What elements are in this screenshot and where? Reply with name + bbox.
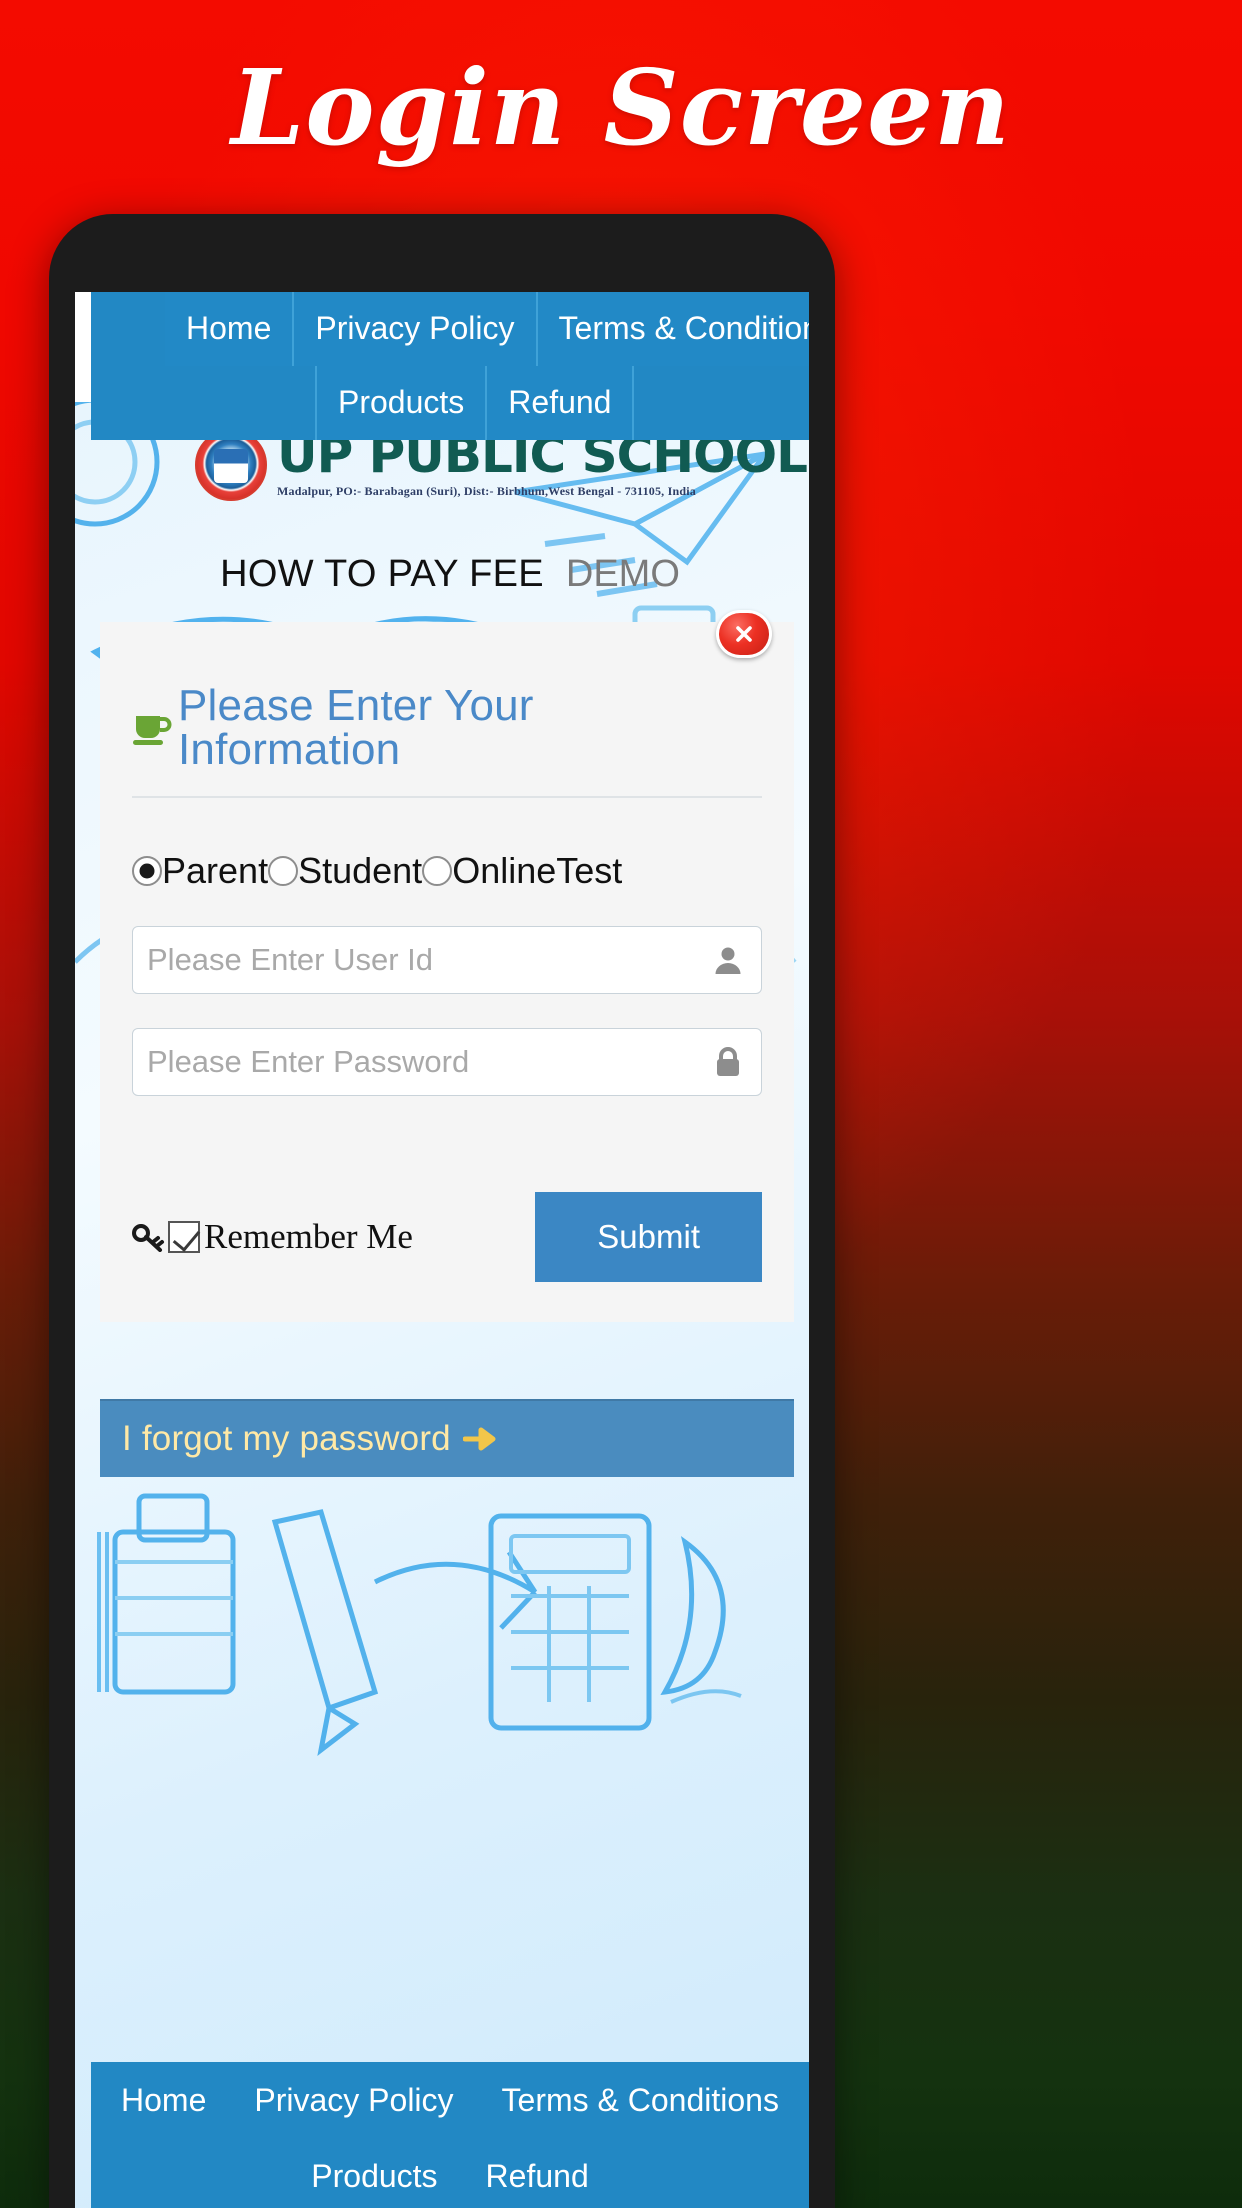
submit-button[interactable]: Submit [535,1192,762,1282]
radio-student[interactable]: Student [268,850,422,892]
radio-onlinetest-label: OnlineTest [452,850,623,891]
radio-parent[interactable]: Parent [132,850,268,892]
how-to-pay-fee-link[interactable]: HOW TO PAY FEE [220,553,544,596]
forgot-password-label: I forgot my password [122,1419,451,1458]
footer-nav-row-1: Home Privacy Policy Terms & Conditions [91,2062,809,2138]
radio-parent-label: Parent [162,850,269,891]
pay-fee-bar: HOW TO PAY FEE DEMO [91,528,809,620]
remember-me-control[interactable]: Remember Me [132,1217,413,1257]
forgot-password-bar[interactable]: I forgot my password [100,1399,794,1477]
top-navigation: Home Privacy Policy Terms & Conditions P… [91,292,809,440]
radio-student-dot[interactable] [268,856,299,886]
footer-navigation: Home Privacy Policy Terms & Conditions P… [91,2062,809,2208]
footer-nav-item-terms-conditions[interactable]: Terms & Conditions [478,2062,803,2138]
userid-field[interactable] [132,926,762,994]
footer-nav-item-products[interactable]: Products [287,2138,461,2208]
card-divider [132,796,762,798]
nav-item-terms-conditions[interactable]: Terms & Conditions [537,292,809,366]
radio-student-label: Student [298,850,423,891]
nav-item-products[interactable]: Products [315,366,488,440]
app-webview: Home Privacy Policy Terms & Conditions P… [75,292,809,2208]
coffee-cup-icon [133,716,172,745]
remember-me-label: Remember Me [204,1217,413,1256]
demo-label[interactable]: DEMO [566,553,680,596]
password-field[interactable] [132,1028,762,1096]
phone-frame: Home Privacy Policy Terms & Conditions P… [49,214,835,2208]
actions-row: Remember Me Submit [132,1192,762,1282]
phone-screen: Home Privacy Policy Terms & Conditions P… [75,292,809,2208]
arrow-right-icon [462,1427,496,1451]
radio-onlinetest[interactable]: OnlineTest [422,850,622,892]
remember-me-checkbox[interactable] [168,1221,200,1253]
top-nav-row-2: Products Refund [91,366,809,440]
card-heading-text: Please Enter Your Information [178,681,534,774]
footer-nav-item-privacy-policy[interactable]: Privacy Policy [230,2062,477,2138]
card-heading: Please Enter Your Information [132,622,762,772]
user-icon [707,943,761,977]
field-spacer [132,1096,762,1156]
close-icon[interactable] [716,610,772,658]
nav-item-refund[interactable]: Refund [487,366,635,440]
school-text-block: UP PUBLIC SCHOOL Madalpur, PO:- Barabaga… [277,430,808,499]
school-address: Madalpur, PO:- Barabagan (Suri), Dist:- … [277,484,696,498]
poster-title: Login Screen [231,46,1011,169]
nav-item-privacy-policy[interactable]: Privacy Policy [294,292,538,366]
top-nav-row-1: Home Privacy Policy Terms & Conditions [91,292,809,366]
radio-onlinetest-dot[interactable] [422,856,453,886]
key-icon [132,1224,164,1252]
login-card: Please Enter Your Information Parent Stu… [100,610,794,1322]
footer-nav-item-refund[interactable]: Refund [462,2138,613,2208]
footer-nav-row-2: Products Refund [91,2138,809,2208]
role-radio-group: Parent Student OnlineTest [132,850,762,892]
lock-icon [707,1045,761,1079]
nav-item-home[interactable]: Home [165,292,295,366]
radio-parent-dot[interactable] [132,856,162,886]
userid-input[interactable] [133,927,707,993]
footer-nav-item-home[interactable]: Home [97,2062,230,2138]
password-input[interactable] [133,1029,707,1095]
